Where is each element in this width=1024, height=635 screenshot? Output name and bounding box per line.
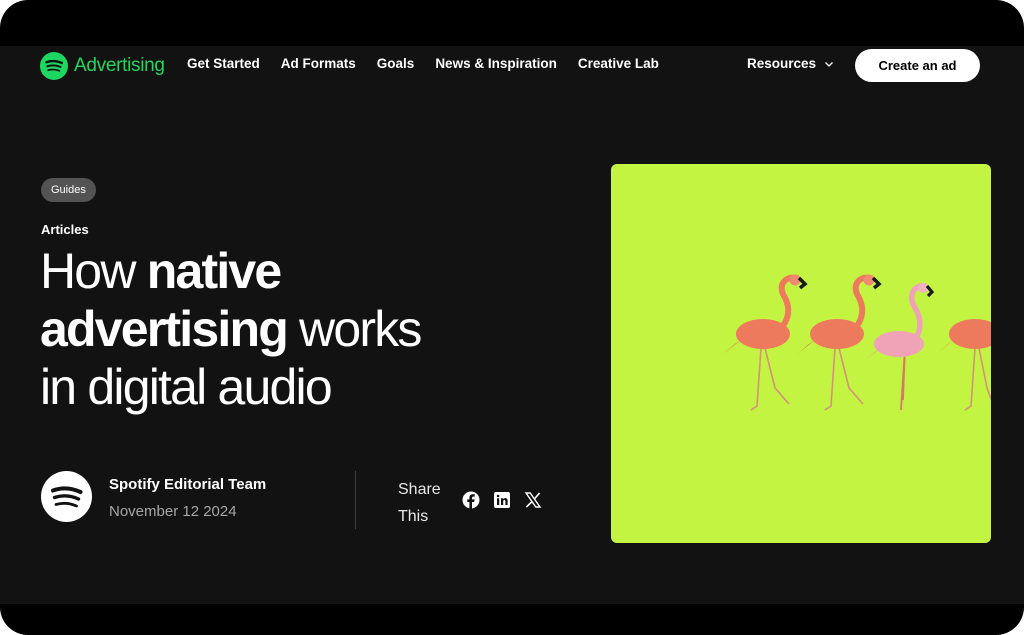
headline-line-3: in digital audio	[40, 359, 333, 415]
spotify-logo-icon	[40, 52, 68, 80]
nav-get-started[interactable]: Get Started	[187, 56, 260, 71]
article-category: Articles	[41, 222, 89, 237]
share-label: Share This	[398, 481, 441, 525]
nav-creative-lab[interactable]: Creative Lab	[578, 56, 659, 71]
nav-news-inspiration[interactable]: News & Inspiration	[435, 56, 557, 71]
nav-goals[interactable]: Goals	[377, 56, 415, 71]
chevron-down-icon	[825, 61, 834, 67]
x-icon[interactable]	[524, 491, 542, 509]
author-name: Spotify Editorial Team	[109, 476, 267, 493]
article-headline: How native advertising works in digital au…	[40, 242, 540, 416]
author-avatar	[41, 471, 92, 522]
page: Advertising Get Started Ad Formats Goals…	[0, 46, 1024, 604]
spotify-logo-icon	[51, 486, 83, 508]
resources-label: Resources	[747, 56, 817, 71]
publish-date: November 12 2024	[109, 503, 237, 520]
browser-frame: Advertising Get Started Ad Formats Goals…	[0, 0, 1024, 635]
headline-part-2: works	[286, 301, 422, 357]
brand-name: Advertising	[74, 55, 165, 76]
create-ad-button[interactable]: Create an ad	[855, 49, 980, 82]
flamingo-image	[611, 164, 991, 543]
guides-tag[interactable]: Guides	[41, 178, 96, 202]
top-navigation: Advertising Get Started Ad Formats Goals…	[0, 46, 1024, 86]
author-share-divider	[355, 471, 356, 529]
facebook-icon[interactable]	[462, 491, 480, 509]
linkedin-icon[interactable]	[493, 491, 511, 509]
nav-ad-formats[interactable]: Ad Formats	[281, 56, 356, 71]
resources-dropdown[interactable]: Resources	[747, 56, 834, 71]
flamingos-illustration	[723, 274, 991, 411]
headline-bold-1: native	[146, 243, 283, 299]
headline-bold-2: advertising	[40, 301, 289, 357]
main-nav: Get Started Ad Formats Goals News & Insp…	[187, 56, 659, 71]
share-icons	[462, 491, 542, 509]
headline-part-1: How	[40, 243, 147, 299]
brand-logo-link[interactable]: Advertising	[40, 52, 165, 80]
